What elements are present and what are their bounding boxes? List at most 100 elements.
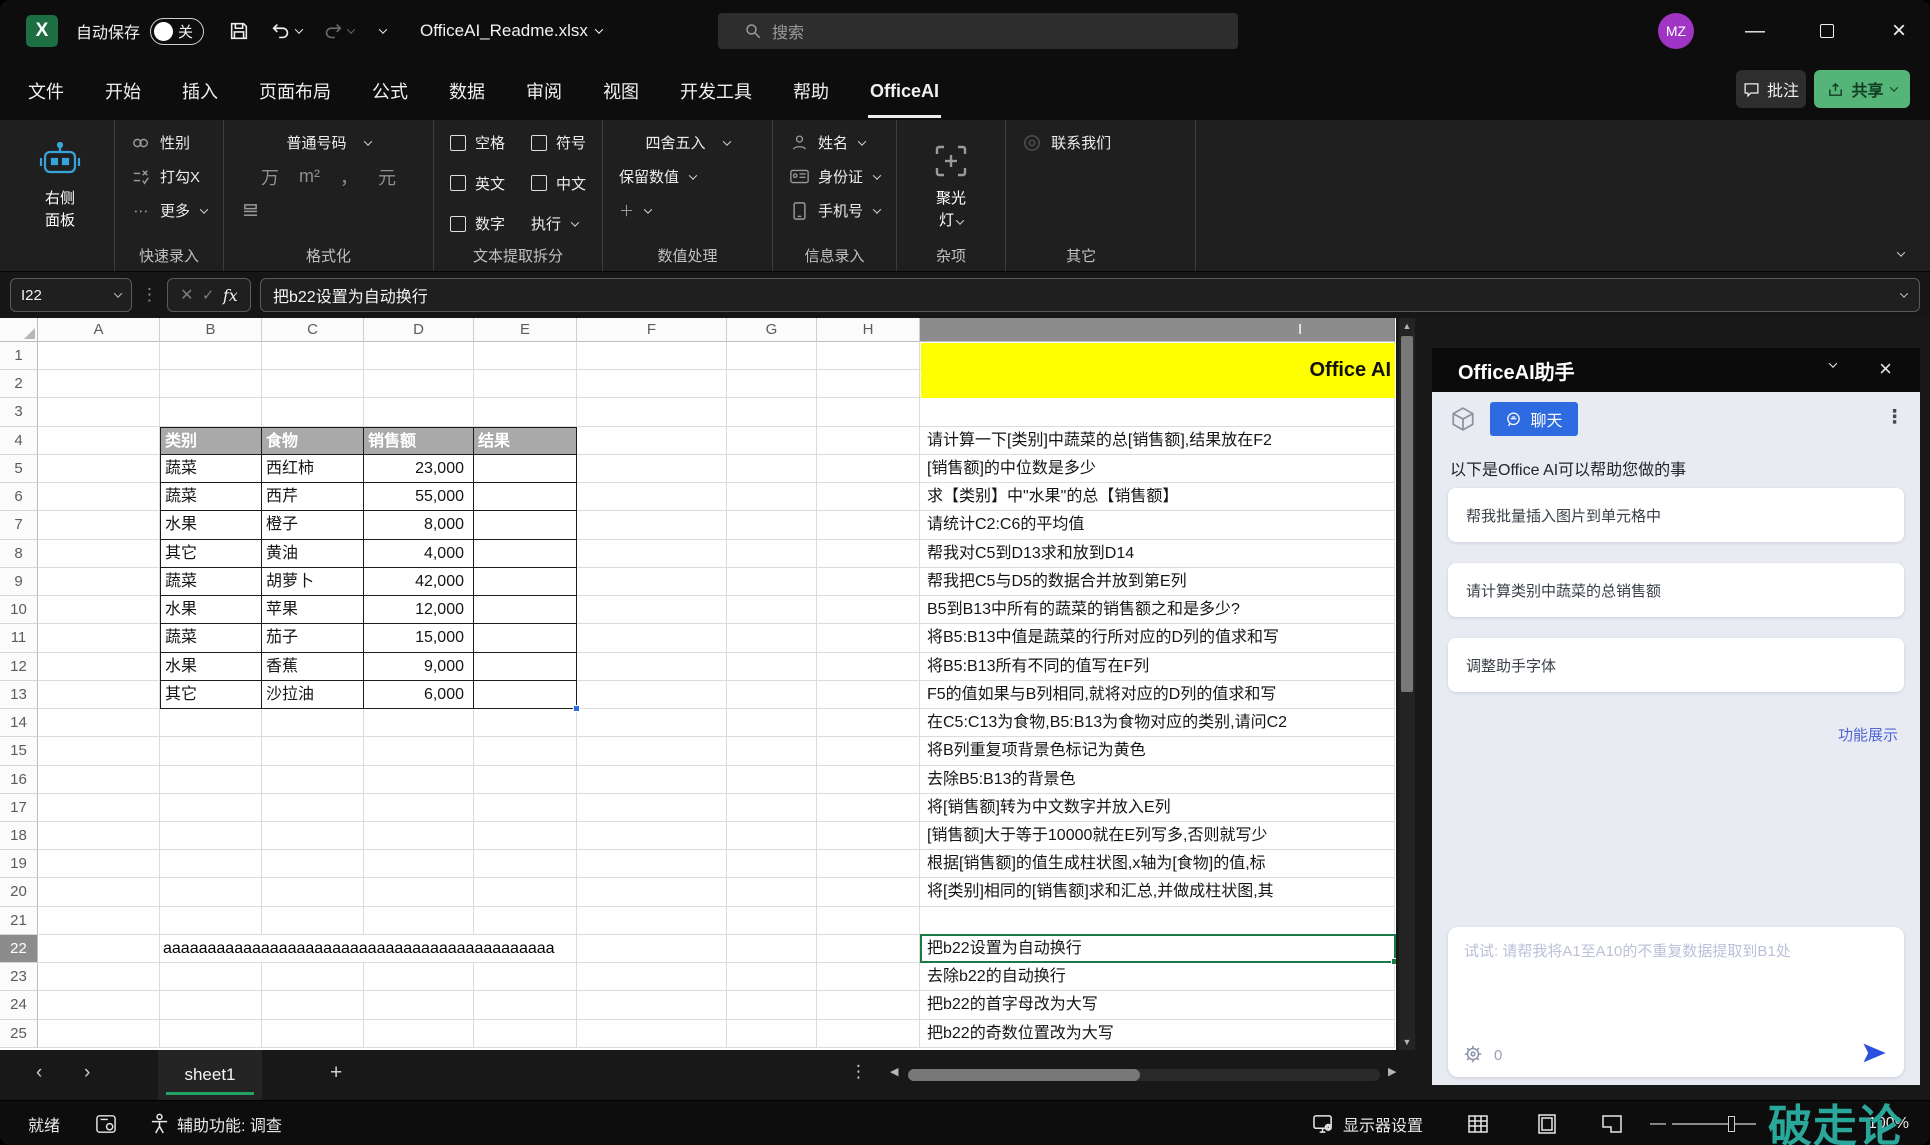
cell-A18[interactable]	[38, 822, 160, 850]
cell-A2[interactable]	[38, 370, 160, 398]
name-dropdown[interactable]: 姓名	[789, 130, 880, 155]
cell-G14[interactable]	[727, 709, 817, 737]
column-header-F[interactable]: F	[577, 318, 727, 342]
row-header-12[interactable]: 12	[0, 653, 38, 681]
cell-D24[interactable]	[364, 991, 474, 1019]
scroll-up-arrow[interactable]: ▲	[1399, 318, 1415, 334]
cell-H4[interactable]	[817, 427, 920, 455]
cell-F16[interactable]	[577, 766, 727, 794]
cell-H22[interactable]	[817, 935, 920, 963]
cell-H16[interactable]	[817, 766, 920, 794]
cell-H3[interactable]	[817, 398, 920, 426]
cell-D21[interactable]	[364, 907, 474, 935]
cell-A3[interactable]	[38, 398, 160, 426]
cell-F3[interactable]	[577, 398, 727, 426]
cell-B8[interactable]: 其它	[160, 540, 262, 568]
cell-H17[interactable]	[817, 794, 920, 822]
cell-G3[interactable]	[727, 398, 817, 426]
cell-G15[interactable]	[727, 737, 817, 765]
row-header-6[interactable]: 6	[0, 483, 38, 511]
checkbox-symbol[interactable]: 符号	[531, 130, 586, 155]
cell-B11[interactable]: 蔬菜	[160, 624, 262, 652]
maximize-button[interactable]	[1798, 0, 1856, 62]
cell-I7[interactable]: 请统计C2:C6的平均值	[920, 511, 1395, 539]
column-header-H[interactable]: H	[817, 318, 920, 342]
row-header-23[interactable]: 23	[0, 963, 38, 991]
cell-F19[interactable]	[577, 850, 727, 878]
horizontal-scrollbar[interactable]	[908, 1069, 1380, 1081]
cell-A5[interactable]	[38, 455, 160, 483]
menu-tab-OfficeAI[interactable]: OfficeAI	[868, 65, 941, 118]
cell-C12[interactable]: 香蕉	[262, 653, 364, 681]
cell-G2[interactable]	[727, 370, 817, 398]
cell-F22[interactable]	[577, 935, 727, 963]
cell-G10[interactable]	[727, 596, 817, 624]
cell-B17[interactable]	[160, 794, 262, 822]
cell-B13[interactable]: 其它	[160, 681, 262, 709]
cell-C21[interactable]	[262, 907, 364, 935]
cell-F11[interactable]	[577, 624, 727, 652]
cell-B14[interactable]	[160, 709, 262, 737]
vertical-scrollbar[interactable]: ▲ ▼	[1399, 318, 1415, 1050]
cell-H20[interactable]	[817, 878, 920, 906]
cell-F6[interactable]	[577, 483, 727, 511]
cell-D11[interactable]: 15,000	[364, 624, 474, 652]
row-header-7[interactable]: 7	[0, 511, 38, 539]
cell-I18[interactable]: [销售额]大于等于10000就在E列写多,否则就写少	[920, 822, 1395, 850]
cell-D9[interactable]: 42,000	[364, 568, 474, 596]
row-header-5[interactable]: 5	[0, 455, 38, 483]
hscroll-left-arrow[interactable]: ◀	[890, 1065, 898, 1078]
customize-quick-access-button[interactable]	[380, 28, 386, 34]
cell-E1[interactable]	[474, 342, 577, 370]
cell-H23[interactable]	[817, 963, 920, 991]
cell-I14[interactable]: 在C5:C13为食物,B5:B13为食物对应的类别,请问C2	[920, 709, 1395, 737]
ribbon-collapse-chevron[interactable]	[1897, 248, 1905, 256]
cell-G17[interactable]	[727, 794, 817, 822]
cell-D17[interactable]	[364, 794, 474, 822]
cell-G5[interactable]	[727, 455, 817, 483]
cell-A20[interactable]	[38, 878, 160, 906]
row-header-9[interactable]: 9	[0, 568, 38, 596]
cell-A22[interactable]	[38, 935, 160, 963]
cell-A17[interactable]	[38, 794, 160, 822]
cell-A25[interactable]	[38, 1020, 160, 1048]
stack-format-button[interactable]	[240, 198, 417, 223]
cell-C13[interactable]: 沙拉油	[262, 681, 364, 709]
menu-tab-文件[interactable]: 文件	[26, 62, 66, 120]
cell-G6[interactable]	[727, 483, 817, 511]
page-break-view-button[interactable]	[1602, 1101, 1622, 1145]
column-header-B[interactable]: B	[160, 318, 262, 342]
cell-F21[interactable]	[577, 907, 727, 935]
chat-input[interactable]: 试试: 请帮我将A1至A10的不重复数据提取到B1处 0	[1448, 927, 1904, 1077]
tab-chat[interactable]: 聊天	[1490, 402, 1578, 436]
formula-input[interactable]: 把b22设置为自动换行	[260, 278, 1920, 312]
name-box[interactable]: I22	[10, 278, 132, 312]
cell-G21[interactable]	[727, 907, 817, 935]
cell-D7[interactable]: 8,000	[364, 511, 474, 539]
cell-G11[interactable]	[727, 624, 817, 652]
cell-D23[interactable]	[364, 963, 474, 991]
cell-D10[interactable]: 12,000	[364, 596, 474, 624]
row-header-14[interactable]: 14	[0, 709, 38, 737]
sheet-tab-sheet1[interactable]: sheet1	[158, 1050, 262, 1100]
cell-C11[interactable]: 茄子	[262, 624, 364, 652]
cell-F24[interactable]	[577, 991, 727, 1019]
row-header-4[interactable]: 4	[0, 427, 38, 455]
cell-E25[interactable]	[474, 1020, 577, 1048]
column-header-E[interactable]: E	[474, 318, 577, 342]
cell-B5[interactable]: 蔬菜	[160, 455, 262, 483]
cell-A1[interactable]	[38, 342, 160, 370]
insert-function-button[interactable]: fx	[223, 286, 238, 305]
cell-D8[interactable]: 4,000	[364, 540, 474, 568]
comments-button[interactable]: 批注	[1736, 70, 1806, 108]
cell-I23[interactable]: 去除b22的自动换行	[920, 963, 1395, 991]
cell-F5[interactable]	[577, 455, 727, 483]
row-header-24[interactable]: 24	[0, 991, 38, 1019]
execute-button[interactable]: 执行	[531, 211, 586, 236]
cell-C15[interactable]	[262, 737, 364, 765]
cell-A19[interactable]	[38, 850, 160, 878]
cell-B4[interactable]: 类别	[160, 427, 262, 455]
cell-A15[interactable]	[38, 737, 160, 765]
row-header-1[interactable]: 1	[0, 342, 38, 370]
cell-H9[interactable]	[817, 568, 920, 596]
